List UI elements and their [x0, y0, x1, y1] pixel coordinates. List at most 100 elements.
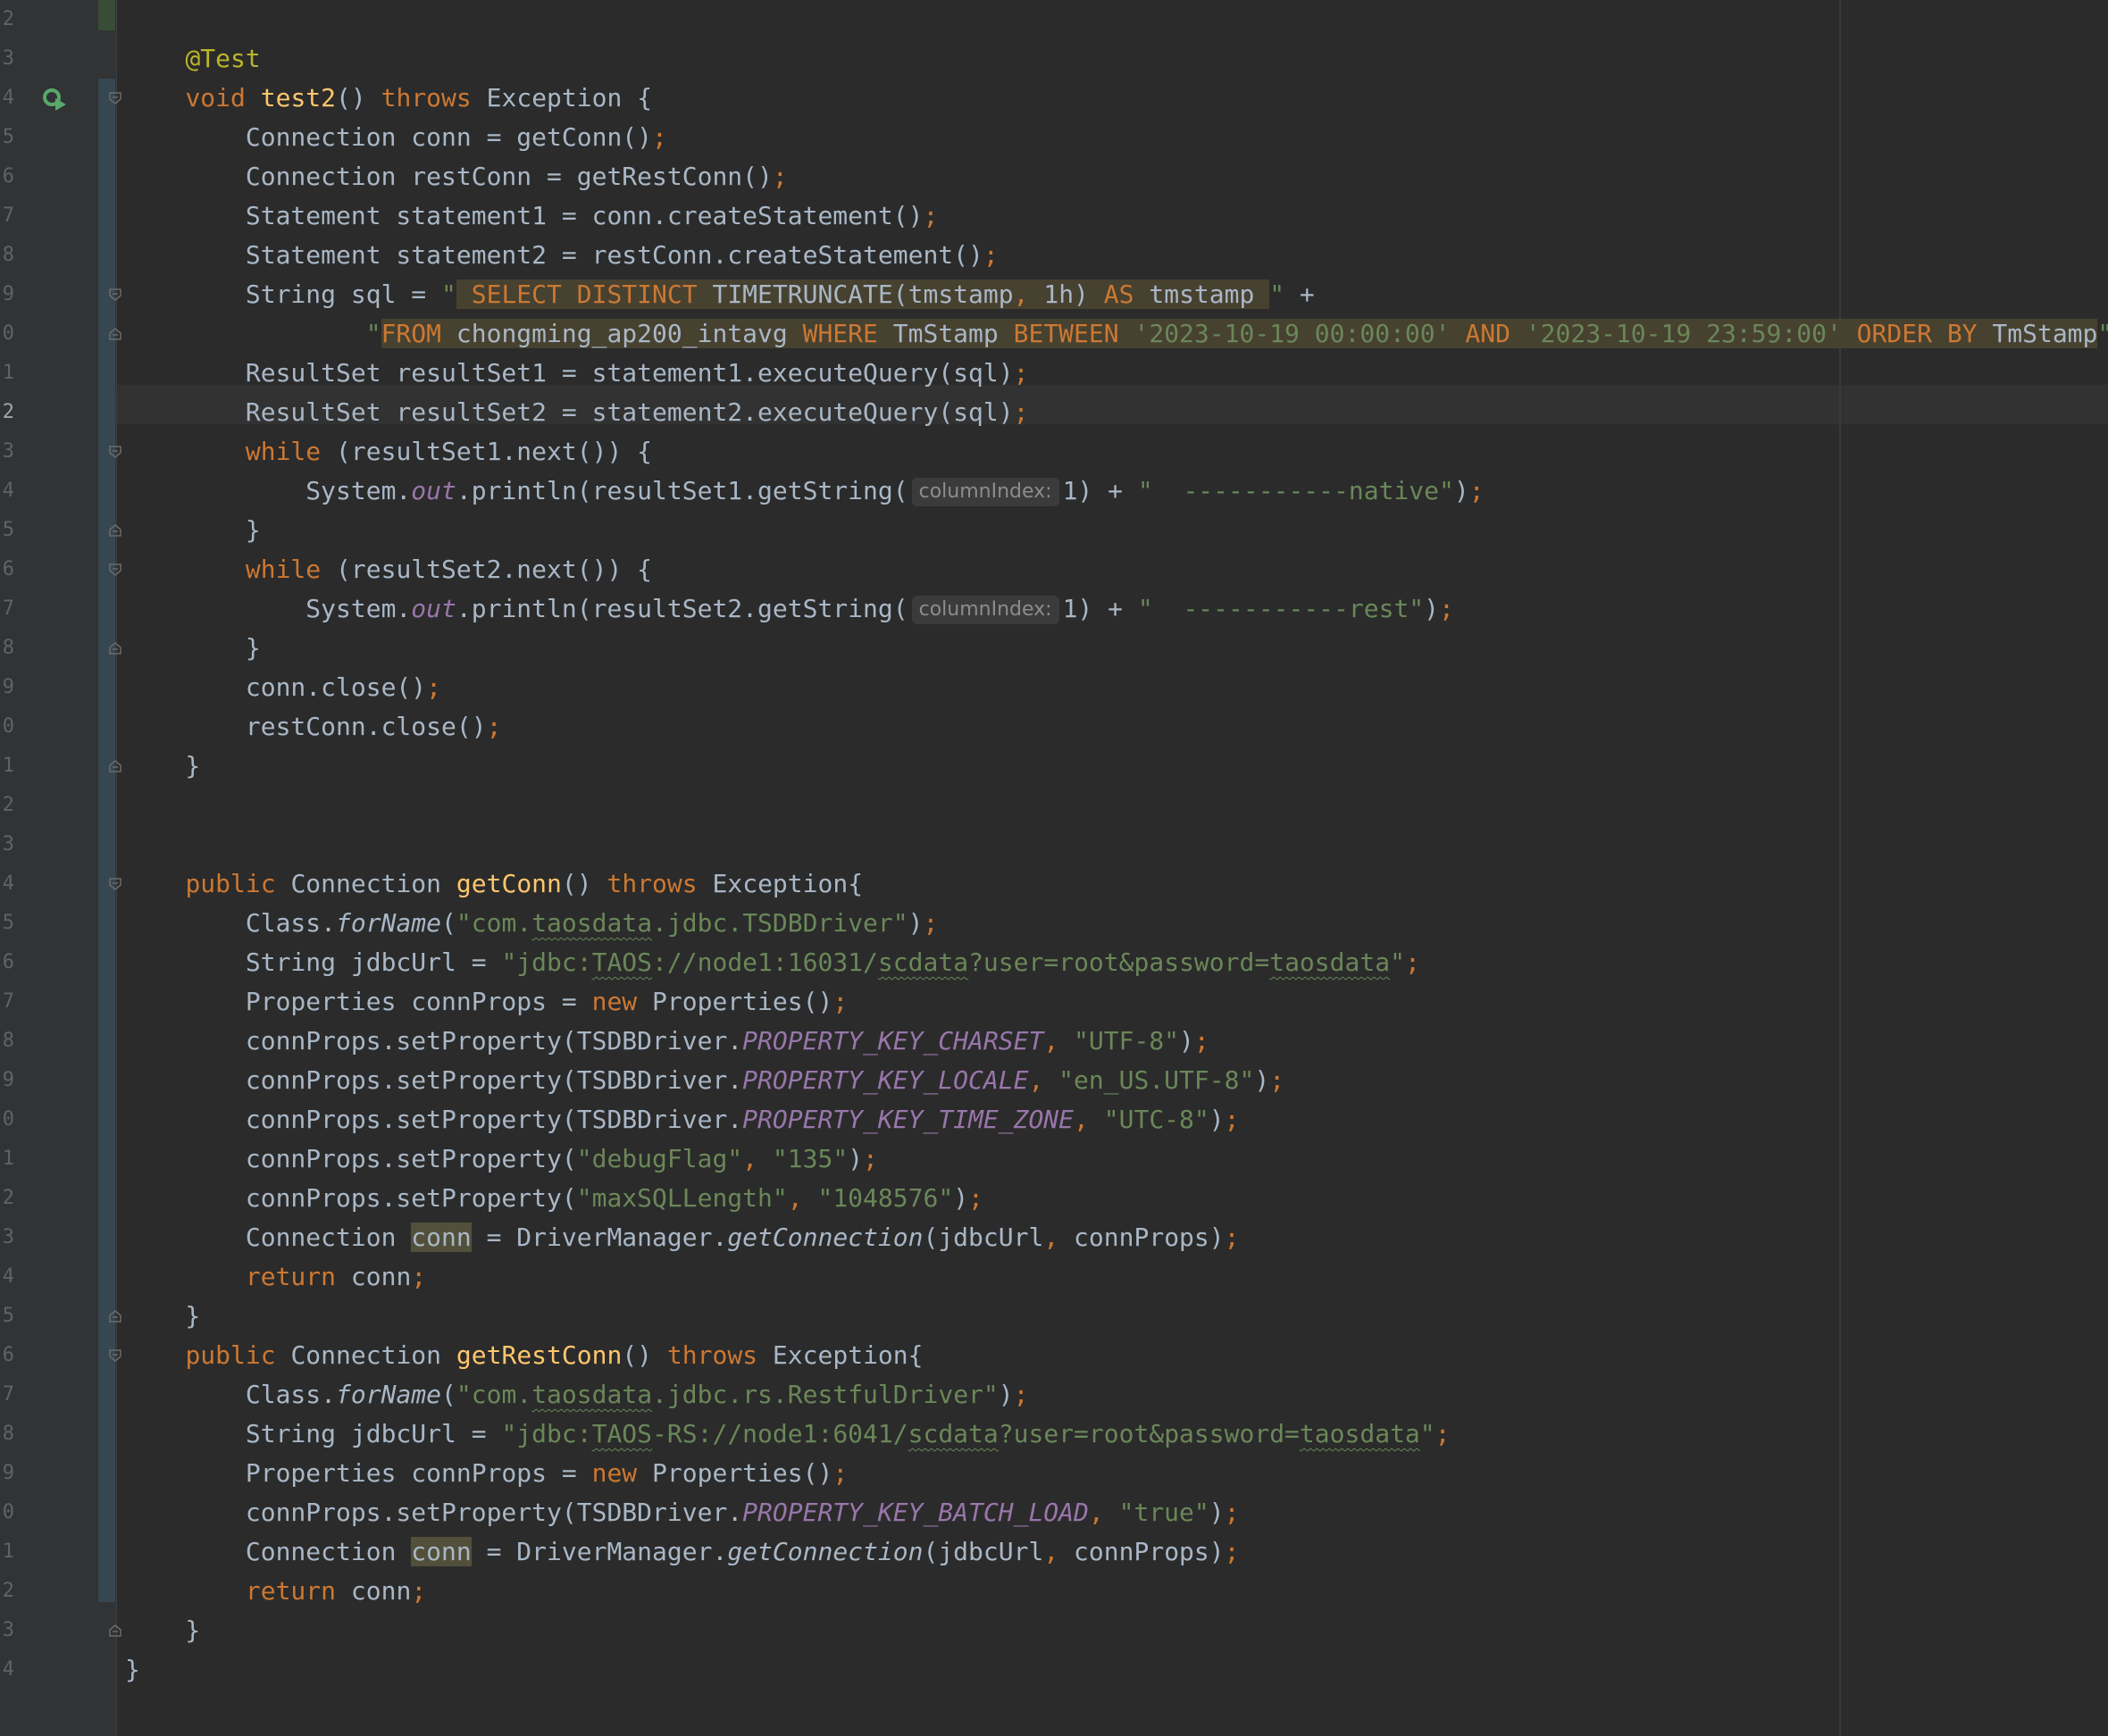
line-number: 6	[2, 558, 14, 580]
line-number: 3	[2, 833, 14, 855]
code-editor[interactable]: 2 3 @Test 4 void test2() throws Exceptio…	[0, 0, 2108, 1736]
line-number: 8	[2, 1030, 14, 1052]
code-line[interactable]: 5 }	[0, 1297, 2108, 1336]
code-line[interactable]: 2	[0, 0, 2108, 39]
fold-marker-icon[interactable]	[108, 563, 122, 577]
code-line[interactable]: 0 connProps.setProperty(TSDBDriver.PROPE…	[0, 1493, 2108, 1532]
line-number: 9	[2, 283, 14, 305]
code-line[interactable]: 2 connProps.setProperty("maxSQLLength", …	[0, 1179, 2108, 1218]
code-line[interactable]: 5 Class.forName("com.taosdata.jdbc.TSDBD…	[0, 904, 2108, 943]
line-number: 9	[2, 1462, 14, 1484]
run-test-icon[interactable]	[41, 86, 68, 113]
code-line[interactable]: 8 connProps.setProperty(TSDBDriver.PROPE…	[0, 1022, 2108, 1061]
code-line[interactable]: 7 Properties connProps = new Properties(…	[0, 982, 2108, 1022]
code-line[interactable]: 2 return conn;	[0, 1572, 2108, 1611]
code-line[interactable]: 3	[0, 825, 2108, 864]
code-text: public Connection getRestConn() throws E…	[185, 1340, 924, 1370]
code-line-current[interactable]: 2 ResultSet resultSet2 = statement2.exec…	[0, 393, 2108, 432]
code-text: @Test	[185, 44, 261, 73]
line-number: 3	[2, 1226, 14, 1248]
code-text: public Connection getConn() throws Excep…	[185, 869, 864, 898]
code-line[interactable]: 1 connProps.setProperty("debugFlag", "13…	[0, 1139, 2108, 1179]
line-number: 8	[2, 1423, 14, 1445]
line-number: 8	[2, 637, 14, 659]
code-line[interactable]: 1 Connection conn = DriverManager.getCon…	[0, 1532, 2108, 1572]
line-number: 2	[2, 794, 14, 816]
code-text: }	[125, 1655, 140, 1684]
code-line[interactable]: 4 public Connection getConn() throws Exc…	[0, 864, 2108, 904]
code-line[interactable]: 0 restConn.close();	[0, 707, 2108, 747]
code-line[interactable]: 1 }	[0, 747, 2108, 786]
inlay-hint: columnIndex:	[911, 596, 1059, 624]
fold-marker-icon[interactable]	[108, 1309, 122, 1323]
code-lines[interactable]: 2 3 @Test 4 void test2() throws Exceptio…	[0, 8, 2108, 1721]
code-line[interactable]: 7 System.out.println(resultSet2.getStrin…	[0, 589, 2108, 629]
fold-marker-icon[interactable]	[108, 1623, 122, 1638]
fold-marker-icon[interactable]	[108, 91, 122, 105]
code-line[interactable]: 8 }	[0, 629, 2108, 668]
code-line[interactable]: 4 }	[0, 1650, 2108, 1690]
code-line[interactable]: 4 return conn;	[0, 1257, 2108, 1297]
line-number: 5	[2, 1305, 14, 1327]
code-line[interactable]: 3 while (resultSet1.next()) {	[0, 432, 2108, 472]
code-text: ResultSet resultSet1 = statement1.execut…	[125, 358, 1029, 388]
code-line[interactable]: 3 }	[0, 1611, 2108, 1650]
code-text: Class.forName("com.taosdata.jdbc.rs.Rest…	[125, 1380, 1029, 1409]
line-number: 3	[2, 440, 14, 463]
line-number: 2	[2, 1580, 14, 1602]
line-number: 6	[2, 1344, 14, 1366]
code-line[interactable]: 6 while (resultSet2.next()) {	[0, 550, 2108, 589]
fold-marker-icon[interactable]	[108, 327, 122, 341]
code-line[interactable]: 6 public Connection getRestConn() throws…	[0, 1336, 2108, 1375]
code-line[interactable]: 7 Statement statement1 = conn.createStat…	[0, 196, 2108, 236]
fold-marker-icon[interactable]	[108, 1348, 122, 1363]
line-number: 3	[2, 1619, 14, 1641]
fold-marker-icon[interactable]	[108, 445, 122, 459]
line-number: 0	[2, 322, 14, 345]
line-number: 8	[2, 244, 14, 266]
code-text: connProps.setProperty(TSDBDriver.PROPERT…	[125, 1026, 1209, 1056]
fold-marker-icon[interactable]	[108, 641, 122, 655]
code-line[interactable]: 9 String sql = " SELECT DISTINCT TIMETRU…	[0, 275, 2108, 314]
line-number: 1	[2, 362, 14, 384]
code-line[interactable]: 8 String jdbcUrl = "jdbc:TAOS-RS://node1…	[0, 1415, 2108, 1454]
code-line[interactable]: 9 conn.close();	[0, 668, 2108, 707]
line-number: 7	[2, 990, 14, 1013]
code-text: String jdbcUrl = "jdbc:TAOS-RS://node1:6…	[125, 1419, 1451, 1448]
code-line[interactable]: 9 connProps.setProperty(TSDBDriver.PROPE…	[0, 1061, 2108, 1100]
fold-marker-icon[interactable]	[108, 288, 122, 302]
code-line[interactable]: 5 Connection conn = getConn();	[0, 118, 2108, 157]
code-text: Statement statement2 = restConn.createSt…	[125, 240, 999, 270]
code-text: }	[125, 633, 261, 663]
code-line[interactable]: 6 String jdbcUrl = "jdbc:TAOS://node1:16…	[0, 943, 2108, 982]
line-number: 3	[2, 47, 14, 70]
code-text: }	[125, 1301, 201, 1331]
code-line[interactable]: 7 Class.forName("com.taosdata.jdbc.rs.Re…	[0, 1375, 2108, 1415]
code-line[interactable]: 6 Connection restConn = getRestConn();	[0, 157, 2108, 196]
code-line[interactable]: 8 Statement statement2 = restConn.create…	[0, 236, 2108, 275]
code-text: Connection conn = DriverManager.getConne…	[125, 1223, 1240, 1252]
code-line[interactable]: 2	[0, 786, 2108, 825]
code-line[interactable]: 3 @Test	[0, 39, 2108, 79]
code-line[interactable]: 4 void test2() throws Exception {	[0, 79, 2108, 118]
code-line[interactable]: 1 ResultSet resultSet1 = statement1.exec…	[0, 354, 2108, 393]
line-number: 0	[2, 715, 14, 738]
fold-marker-icon[interactable]	[108, 877, 122, 891]
code-text: }	[125, 515, 261, 545]
line-number: 7	[2, 597, 14, 620]
fold-marker-icon[interactable]	[108, 523, 122, 538]
code-line[interactable]: 0 "FROM chongming_ap200_intavg WHERE TmS…	[0, 314, 2108, 354]
fold-marker-icon[interactable]	[108, 759, 122, 773]
code-text: connProps.setProperty("debugFlag", "135"…	[125, 1144, 878, 1173]
code-line[interactable]: 3 Connection conn = DriverManager.getCon…	[0, 1218, 2108, 1257]
code-text: String jdbcUrl = "jdbc:TAOS://node1:1603…	[125, 947, 1420, 977]
code-line[interactable]: 5 }	[0, 511, 2108, 550]
code-line[interactable]: 9 Properties connProps = new Properties(…	[0, 1454, 2108, 1493]
code-line[interactable]: 0 connProps.setProperty(TSDBDriver.PROPE…	[0, 1100, 2108, 1139]
code-text: }	[125, 1615, 201, 1645]
code-text: return conn;	[245, 1576, 427, 1606]
code-text: connProps.setProperty(TSDBDriver.PROPERT…	[125, 1105, 1240, 1134]
code-line[interactable]: 4 System.out.println(resultSet1.getStrin…	[0, 472, 2108, 511]
code-text: connProps.setProperty("maxSQLLength", "1…	[125, 1183, 983, 1213]
code-text: }	[125, 751, 201, 780]
